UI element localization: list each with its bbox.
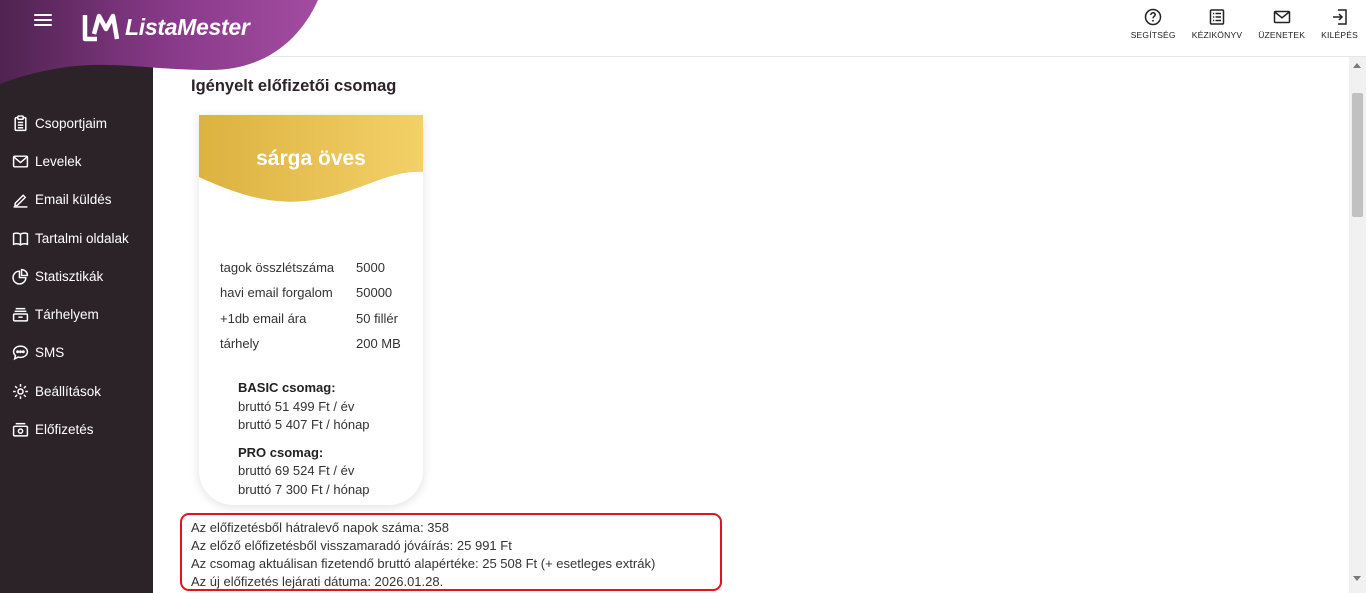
feature-row: havi email forgalom 50000 — [220, 280, 401, 305]
sidebar-item-tarhelyem[interactable]: Tárhelyem — [0, 295, 153, 333]
sidebar-item-email-kuldes[interactable]: Email küldés — [0, 181, 153, 219]
feature-name: +1db email ára — [220, 310, 307, 326]
scroll-up-arrow-icon[interactable] — [1353, 63, 1361, 68]
basic-yearly-price: bruttó 51 499 Ft / év — [238, 398, 355, 414]
basic-heading: BASIC csomag: — [238, 380, 336, 395]
sidebar-item-csoportjaim[interactable]: Csoportjaim — [0, 104, 153, 142]
feature-name: tárhely — [220, 336, 260, 352]
mail-icon — [1273, 10, 1290, 24]
logout-button[interactable]: KILÉPÉS — [1321, 8, 1358, 40]
package-card: sárga öves tagok összlétszáma 5000 havi … — [199, 115, 423, 505]
messages-label: ÜZENETEK — [1258, 30, 1306, 40]
manual-button[interactable]: KÉZIKÖNYV — [1192, 8, 1242, 40]
feature-table: tagok összlétszáma 5000 havi email forga… — [220, 255, 401, 356]
listamester-logo-icon — [82, 13, 120, 42]
gear-icon — [12, 383, 29, 400]
sidebar-item-label: SMS — [35, 345, 65, 361]
sidebar-item-label: Levelek — [35, 153, 82, 169]
feature-value: 200 MB — [356, 336, 401, 352]
feature-row: tárhely 200 MB — [220, 331, 401, 356]
feature-row: tagok összlétszáma 5000 — [220, 255, 401, 280]
sidebar-item-label: Tartalmi oldalak — [35, 230, 129, 246]
brand-name: ListaMester — [125, 13, 250, 40]
help-button[interactable]: SEGÍTSÉG — [1131, 8, 1176, 40]
sidebar-item-label: Tárhelyem — [35, 307, 99, 323]
help-icon — [1144, 8, 1162, 26]
package-name: sárga öves — [256, 147, 366, 170]
sidebar-item-label: Email küldés — [35, 192, 112, 208]
sidebar-nav: Csoportjaim Levelek Email küldés Tartalm… — [0, 104, 153, 449]
pro-yearly-price: bruttó 69 524 Ft / év — [238, 463, 355, 478]
clipboard-icon — [12, 114, 29, 132]
feature-value: 5000 — [356, 260, 385, 276]
subscription-icon — [12, 421, 29, 438]
book-icon — [12, 230, 29, 247]
sidebar-item-label: Csoportjaim — [35, 115, 108, 131]
logout-icon — [1332, 9, 1347, 25]
scroll-thumb[interactable] — [1352, 93, 1363, 217]
menu-toggle-button[interactable] — [34, 14, 52, 28]
page-scrollbar[interactable] — [1349, 57, 1366, 593]
main-content: Igényelt előfizetői csomag sárga öves ta… — [153, 57, 1349, 593]
pro-monthly-price: bruttó 7 300 Ft / hónap — [238, 481, 370, 497]
manual-icon — [1209, 9, 1225, 25]
sidebar-item-label: Statisztikák — [35, 268, 104, 284]
sidebar-item-label: Előfizetés — [35, 422, 94, 438]
sidebar-item-levelek[interactable]: Levelek — [0, 142, 153, 180]
sidebar-item-label: Beállítások — [35, 383, 102, 399]
pencil-icon — [12, 191, 29, 208]
sidebar-item-sms[interactable]: SMS — [0, 334, 153, 372]
feature-name: tagok összlétszáma — [220, 260, 335, 276]
sidebar-item-tartalmi-oldalak[interactable]: Tartalmi oldalak — [0, 219, 153, 257]
storage-icon — [12, 306, 29, 323]
remaining-days-text: Az előfizetésből hátralevő napok száma: … — [191, 520, 449, 535]
feature-value: 50000 — [356, 285, 393, 301]
sidebar: Csoportjaim Levelek Email küldés Tartalm… — [0, 0, 153, 593]
scroll-down-arrow-icon[interactable] — [1353, 576, 1361, 581]
messages-button[interactable]: ÜZENETEK — [1258, 8, 1305, 40]
logo[interactable]: ListaMester — [82, 12, 250, 42]
feature-value: 50 fillér — [356, 310, 398, 326]
subscription-info-box: Az előfizetésből hátralevő napok száma: … — [180, 513, 722, 591]
sidebar-item-beallitasok[interactable]: Beállítások — [0, 372, 153, 410]
chat-icon — [12, 344, 29, 361]
header-actions: SEGÍTSÉG KÉZIKÖNYV ÜZENETEK KILÉPÉS — [1115, 8, 1358, 40]
basic-monthly-price: bruttó 5 407 Ft / hónap — [238, 417, 370, 432]
pie-chart-icon — [12, 268, 29, 285]
manual-label: KÉZIKÖNYV — [1191, 30, 1243, 40]
expiry-date-text: Az új előfizetés lejárati dátuma: 2026.0… — [191, 574, 444, 589]
feature-row: +1db email ára 50 fillér — [220, 306, 401, 331]
envelope-icon — [12, 153, 29, 170]
remaining-credit-text: Az előző előfizetésből visszamaradó jóvá… — [191, 538, 512, 553]
base-price-text: Az csomag aktuálisan fizetendő bruttó al… — [191, 556, 656, 571]
sidebar-item-statisztikak[interactable]: Statisztikák — [0, 257, 153, 295]
pro-heading: PRO csomag: — [238, 444, 324, 460]
help-label: SEGÍTSÉG — [1130, 30, 1176, 40]
logout-label: KILÉPÉS — [1321, 30, 1358, 40]
feature-name: havi email forgalom — [220, 285, 333, 301]
price-block: BASIC csomag: bruttó 51 499 Ft / év brut… — [238, 379, 370, 499]
sidebar-item-elofizetes[interactable]: Előfizetés — [0, 410, 153, 448]
